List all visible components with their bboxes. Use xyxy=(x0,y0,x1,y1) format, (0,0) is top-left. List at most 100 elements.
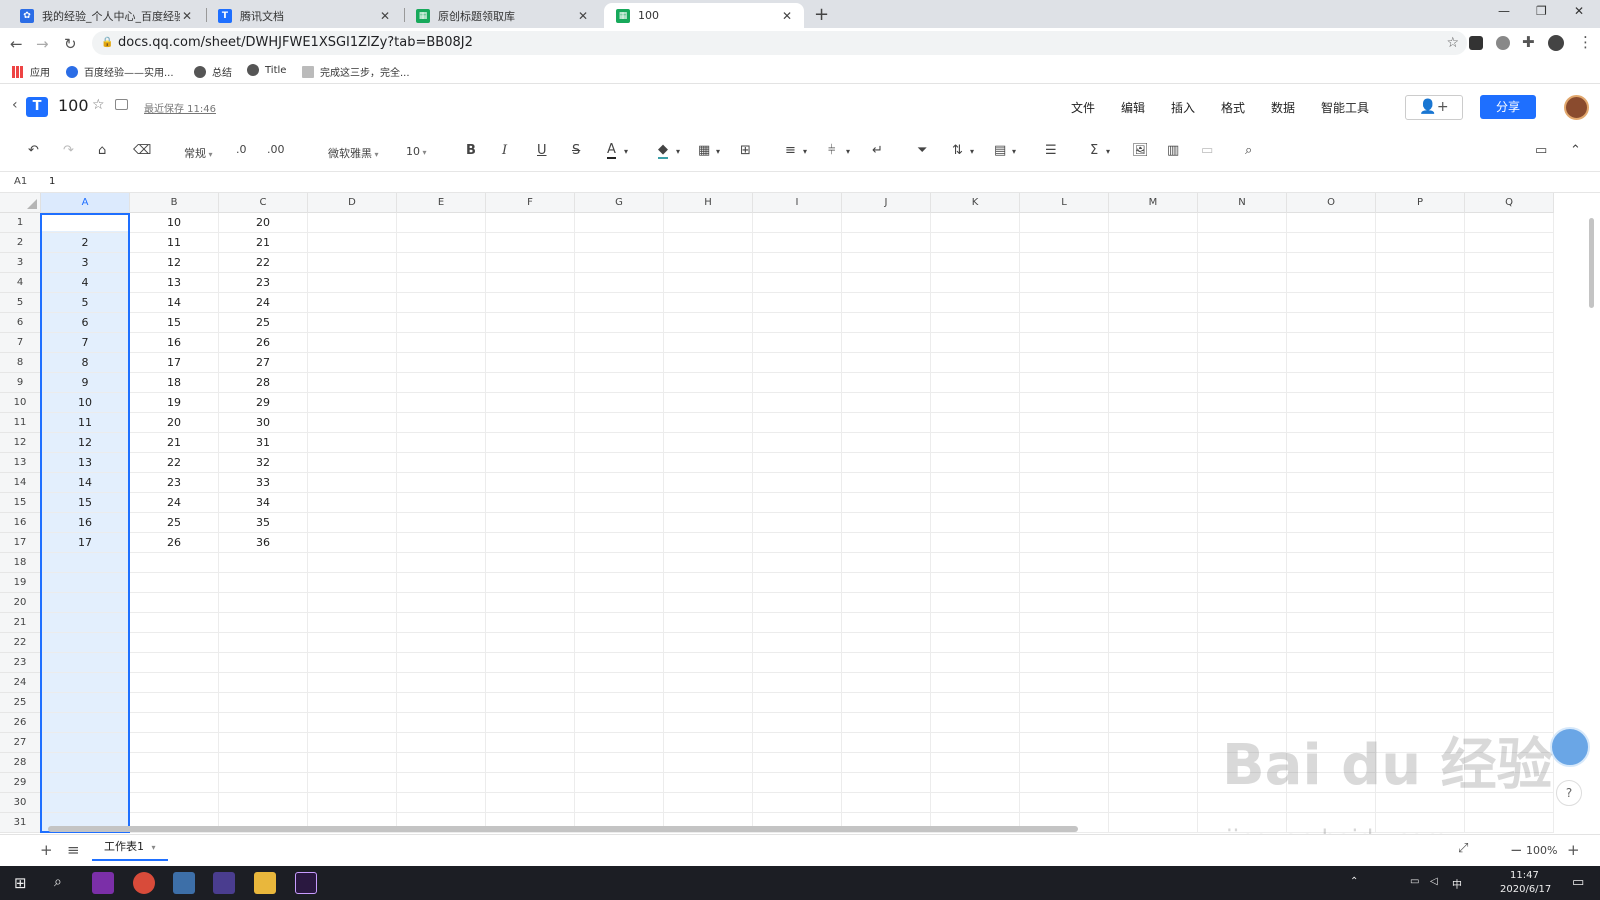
cell[interactable] xyxy=(1376,313,1465,333)
cell[interactable] xyxy=(397,633,486,653)
cell[interactable] xyxy=(931,653,1020,673)
column-header[interactable]: H xyxy=(664,193,753,213)
cell[interactable]: 13 xyxy=(41,453,130,473)
cell[interactable] xyxy=(842,573,931,593)
column-header[interactable]: E xyxy=(397,193,486,213)
cell[interactable] xyxy=(1020,413,1109,433)
cell[interactable] xyxy=(1287,613,1376,633)
cell[interactable] xyxy=(308,593,397,613)
cell[interactable] xyxy=(1109,233,1198,253)
cell[interactable]: 33 xyxy=(219,473,308,493)
cell[interactable]: 31 xyxy=(219,433,308,453)
cell[interactable] xyxy=(1020,253,1109,273)
cell[interactable] xyxy=(575,453,664,473)
cell[interactable] xyxy=(308,513,397,533)
cell[interactable] xyxy=(753,573,842,593)
row-header[interactable]: 28 xyxy=(0,753,41,773)
cell[interactable] xyxy=(664,613,753,633)
cell[interactable]: 12 xyxy=(41,433,130,453)
cell[interactable] xyxy=(1376,333,1465,353)
cell[interactable] xyxy=(1376,533,1465,553)
cell[interactable]: 20 xyxy=(219,213,308,233)
cell[interactable] xyxy=(1109,493,1198,513)
cell[interactable] xyxy=(664,633,753,653)
cell[interactable] xyxy=(1465,613,1554,633)
cell[interactable] xyxy=(1376,453,1465,473)
cell[interactable] xyxy=(308,333,397,353)
cell[interactable] xyxy=(664,533,753,553)
cell[interactable] xyxy=(1020,353,1109,373)
cell[interactable] xyxy=(1287,513,1376,533)
cell[interactable] xyxy=(575,273,664,293)
cell[interactable] xyxy=(1376,553,1465,573)
cell[interactable] xyxy=(219,773,308,793)
cell[interactable] xyxy=(397,433,486,453)
cell[interactable] xyxy=(1287,493,1376,513)
cell[interactable] xyxy=(842,493,931,513)
cell[interactable] xyxy=(397,513,486,533)
cell[interactable] xyxy=(1020,273,1109,293)
cell[interactable] xyxy=(753,313,842,333)
cell[interactable]: 13 xyxy=(130,273,219,293)
cell[interactable] xyxy=(664,733,753,753)
cell[interactable]: 25 xyxy=(219,313,308,333)
cell[interactable]: 16 xyxy=(41,513,130,533)
cell[interactable] xyxy=(1109,813,1198,833)
cell[interactable] xyxy=(1376,693,1465,713)
cell[interactable]: 14 xyxy=(41,473,130,493)
cell[interactable] xyxy=(1465,413,1554,433)
cell[interactable] xyxy=(308,533,397,553)
cell[interactable]: 28 xyxy=(219,373,308,393)
cell[interactable] xyxy=(1198,433,1287,453)
cell[interactable] xyxy=(308,433,397,453)
cell[interactable] xyxy=(486,413,575,433)
cell[interactable] xyxy=(397,733,486,753)
cell[interactable] xyxy=(664,593,753,613)
cell[interactable] xyxy=(219,673,308,693)
search-icon[interactable]: ⌕ xyxy=(54,874,62,890)
cell[interactable] xyxy=(1465,493,1554,513)
cell[interactable] xyxy=(1376,613,1465,633)
cell[interactable] xyxy=(842,753,931,773)
cell[interactable] xyxy=(1465,213,1554,233)
bookmark-baidu[interactable]: 百度经验——实用... xyxy=(66,64,174,79)
cell[interactable]: 26 xyxy=(219,333,308,353)
cell[interactable] xyxy=(486,373,575,393)
cell[interactable] xyxy=(486,353,575,373)
formula-input[interactable]: 1 xyxy=(49,176,55,187)
cell[interactable] xyxy=(1465,653,1554,673)
cell[interactable] xyxy=(664,273,753,293)
chevron-down-icon[interactable]: ▾ xyxy=(846,147,850,156)
cell[interactable]: 22 xyxy=(130,453,219,473)
cell[interactable] xyxy=(308,453,397,473)
cell[interactable] xyxy=(1020,753,1109,773)
cell[interactable] xyxy=(41,653,130,673)
cell[interactable] xyxy=(1465,393,1554,413)
cell[interactable] xyxy=(1198,313,1287,333)
cell[interactable] xyxy=(397,653,486,673)
cell[interactable] xyxy=(1465,533,1554,553)
cell[interactable] xyxy=(931,773,1020,793)
cell[interactable] xyxy=(753,453,842,473)
cell[interactable] xyxy=(931,373,1020,393)
bookmark-title[interactable]: Title xyxy=(247,64,286,76)
cell[interactable] xyxy=(1109,413,1198,433)
cell[interactable]: 14 xyxy=(130,293,219,313)
cell[interactable] xyxy=(842,593,931,613)
cell[interactable] xyxy=(575,213,664,233)
cell[interactable] xyxy=(1465,513,1554,533)
cell[interactable] xyxy=(308,393,397,413)
file-explorer-icon[interactable] xyxy=(254,872,276,894)
cell[interactable] xyxy=(1109,213,1198,233)
cell[interactable] xyxy=(931,433,1020,453)
cell[interactable]: 10 xyxy=(130,213,219,233)
cell[interactable]: 18 xyxy=(130,373,219,393)
row-header[interactable]: 15 xyxy=(0,493,41,513)
cell[interactable] xyxy=(753,493,842,513)
bookmark-summary[interactable]: 总结 xyxy=(194,64,232,79)
cell[interactable] xyxy=(486,553,575,573)
cell[interactable] xyxy=(1376,293,1465,313)
cell[interactable] xyxy=(486,573,575,593)
cell[interactable] xyxy=(308,773,397,793)
cell[interactable] xyxy=(842,473,931,493)
